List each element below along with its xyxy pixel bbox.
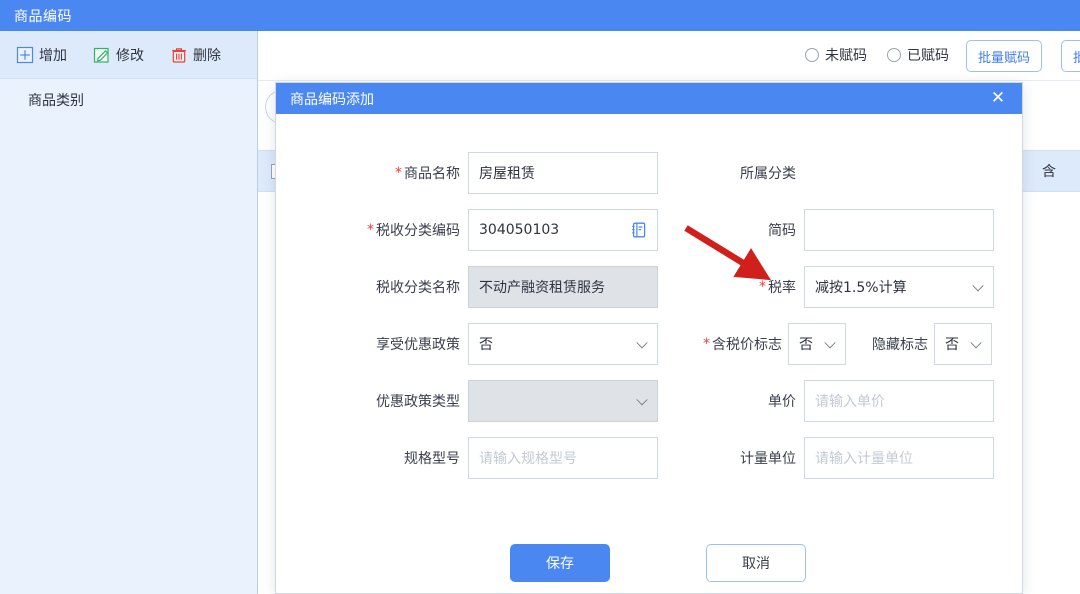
category-tree-header: 商品类别	[0, 79, 257, 121]
enjoy-policy-value: 否	[479, 337, 493, 353]
delete-button-label: 删除	[193, 47, 221, 64]
spec-model-label: 规格型号	[404, 451, 460, 467]
save-button[interactable]: 保存	[510, 544, 610, 582]
short-code-input[interactable]	[804, 209, 994, 251]
short-code-label: 简码	[768, 223, 796, 239]
window-title: 商品编码	[14, 8, 72, 25]
code-status-radio-group: 未赋码 已赋码	[805, 45, 949, 65]
radio-uncoded-label: 未赋码	[825, 48, 867, 64]
enjoy-policy-label: 享受优惠政策	[376, 337, 460, 353]
unit-price-label: 单价	[768, 394, 796, 410]
tax-class-name-input: 不动产融资租赁服务	[468, 266, 658, 308]
tax-class-code-value: 304050103	[479, 222, 560, 238]
policy-type-select	[468, 380, 658, 422]
dialog-title: 商品编码添加	[290, 91, 374, 108]
policy-type-label: 优惠政策类型	[376, 394, 460, 410]
save-button-label: 保存	[546, 556, 574, 572]
application-window: 商品编码 增加 修改 删除 商品类别 未赋码 已赋码 批量赋码 批 含 商品编码…	[0, 0, 1080, 594]
goods-name-input[interactable]: 房屋租赁	[468, 152, 658, 194]
category-tree-header-label: 商品类别	[28, 93, 84, 109]
required-marker: *	[395, 165, 402, 181]
window-title-bar: 商品编码	[0, 0, 1080, 31]
tax-included-flag-value: 否	[799, 337, 813, 353]
belong-category-label: 所属分类	[740, 166, 796, 182]
edit-button-label: 修改	[116, 47, 144, 64]
add-button-label: 增加	[39, 47, 67, 64]
radio-coded-label: 已赋码	[907, 48, 949, 64]
goods-name-value: 房屋租赁	[479, 166, 535, 182]
tax-included-flag-select[interactable]: 否	[788, 323, 846, 365]
delete-button[interactable]: 删除	[170, 45, 221, 65]
hidden-flag-label: 隐藏标志	[872, 337, 928, 353]
tax-rate-value: 减按1.5%计算	[815, 280, 907, 296]
filter-bar: 未赋码 已赋码 批量赋码 批量修	[258, 31, 1080, 81]
spec-model-placeholder: 请输入规格型号	[479, 451, 577, 467]
tax-rate-select[interactable]: 减按1.5%计算	[804, 266, 994, 308]
tax-class-name-value: 不动产融资租赁服务	[479, 280, 605, 296]
radio-uncoded[interactable]: 未赋码	[805, 45, 867, 65]
table-column-header: 含	[1042, 164, 1056, 180]
batch-modify-button[interactable]: 批量修	[1060, 40, 1080, 72]
hidden-flag-value: 否	[945, 337, 959, 353]
tax-class-code-label: * 税收分类编码	[367, 222, 460, 239]
enjoy-policy-select[interactable]: 否	[468, 323, 658, 365]
edit-button[interactable]: 修改	[93, 45, 144, 65]
tax-included-flag-label: * 含税价标志	[703, 336, 782, 353]
add-goods-code-dialog: 商品编码添加 ✕ * 商品名称 房屋租赁 所属分类 * 税收分类编码 30405…	[275, 82, 1023, 594]
unit-price-input[interactable]: 请输入单价	[804, 380, 994, 422]
plus-square-icon	[16, 46, 34, 64]
book-lookup-icon[interactable]	[630, 221, 648, 239]
unit-price-placeholder: 请输入单价	[815, 394, 885, 410]
cancel-button[interactable]: 取消	[706, 544, 806, 582]
dialog-footer: 保存 取消	[276, 544, 1022, 592]
batch-modify-label: 批量修	[1072, 50, 1080, 66]
dialog-body: * 商品名称 房屋租赁 所属分类 * 税收分类编码 304050103 简码 税…	[276, 114, 1022, 593]
trash-icon	[170, 46, 188, 64]
add-button[interactable]: 增加	[16, 45, 67, 65]
measure-unit-input[interactable]: 请输入计量单位	[804, 437, 994, 479]
edit-pencil-icon	[93, 46, 111, 64]
measure-unit-placeholder: 请输入计量单位	[815, 451, 913, 467]
spec-model-input[interactable]: 请输入规格型号	[468, 437, 658, 479]
batch-assign-code-button[interactable]: 批量赋码	[965, 40, 1042, 72]
required-marker: *	[759, 279, 766, 295]
cancel-button-label: 取消	[742, 556, 770, 572]
dialog-title-bar: 商品编码添加 ✕	[276, 83, 1022, 114]
hidden-flag-select[interactable]: 否	[934, 323, 992, 365]
close-icon[interactable]: ✕	[980, 83, 1016, 114]
required-marker: *	[703, 336, 710, 352]
tax-rate-label: * 税率	[759, 279, 796, 296]
tax-class-name-label: 税收分类名称	[376, 280, 460, 296]
radio-coded[interactable]: 已赋码	[887, 45, 949, 65]
radio-circle-icon	[805, 48, 819, 62]
sidebar-toolbar: 增加 修改 删除	[0, 31, 257, 79]
goods-name-label: * 商品名称	[395, 165, 460, 182]
measure-unit-label: 计量单位	[740, 451, 796, 467]
batch-assign-code-label: 批量赋码	[977, 50, 1030, 66]
radio-circle-icon	[887, 48, 901, 62]
left-sidebar: 增加 修改 删除 商品类别	[0, 31, 258, 594]
required-marker: *	[367, 222, 374, 238]
tax-class-code-input[interactable]: 304050103	[468, 209, 658, 251]
